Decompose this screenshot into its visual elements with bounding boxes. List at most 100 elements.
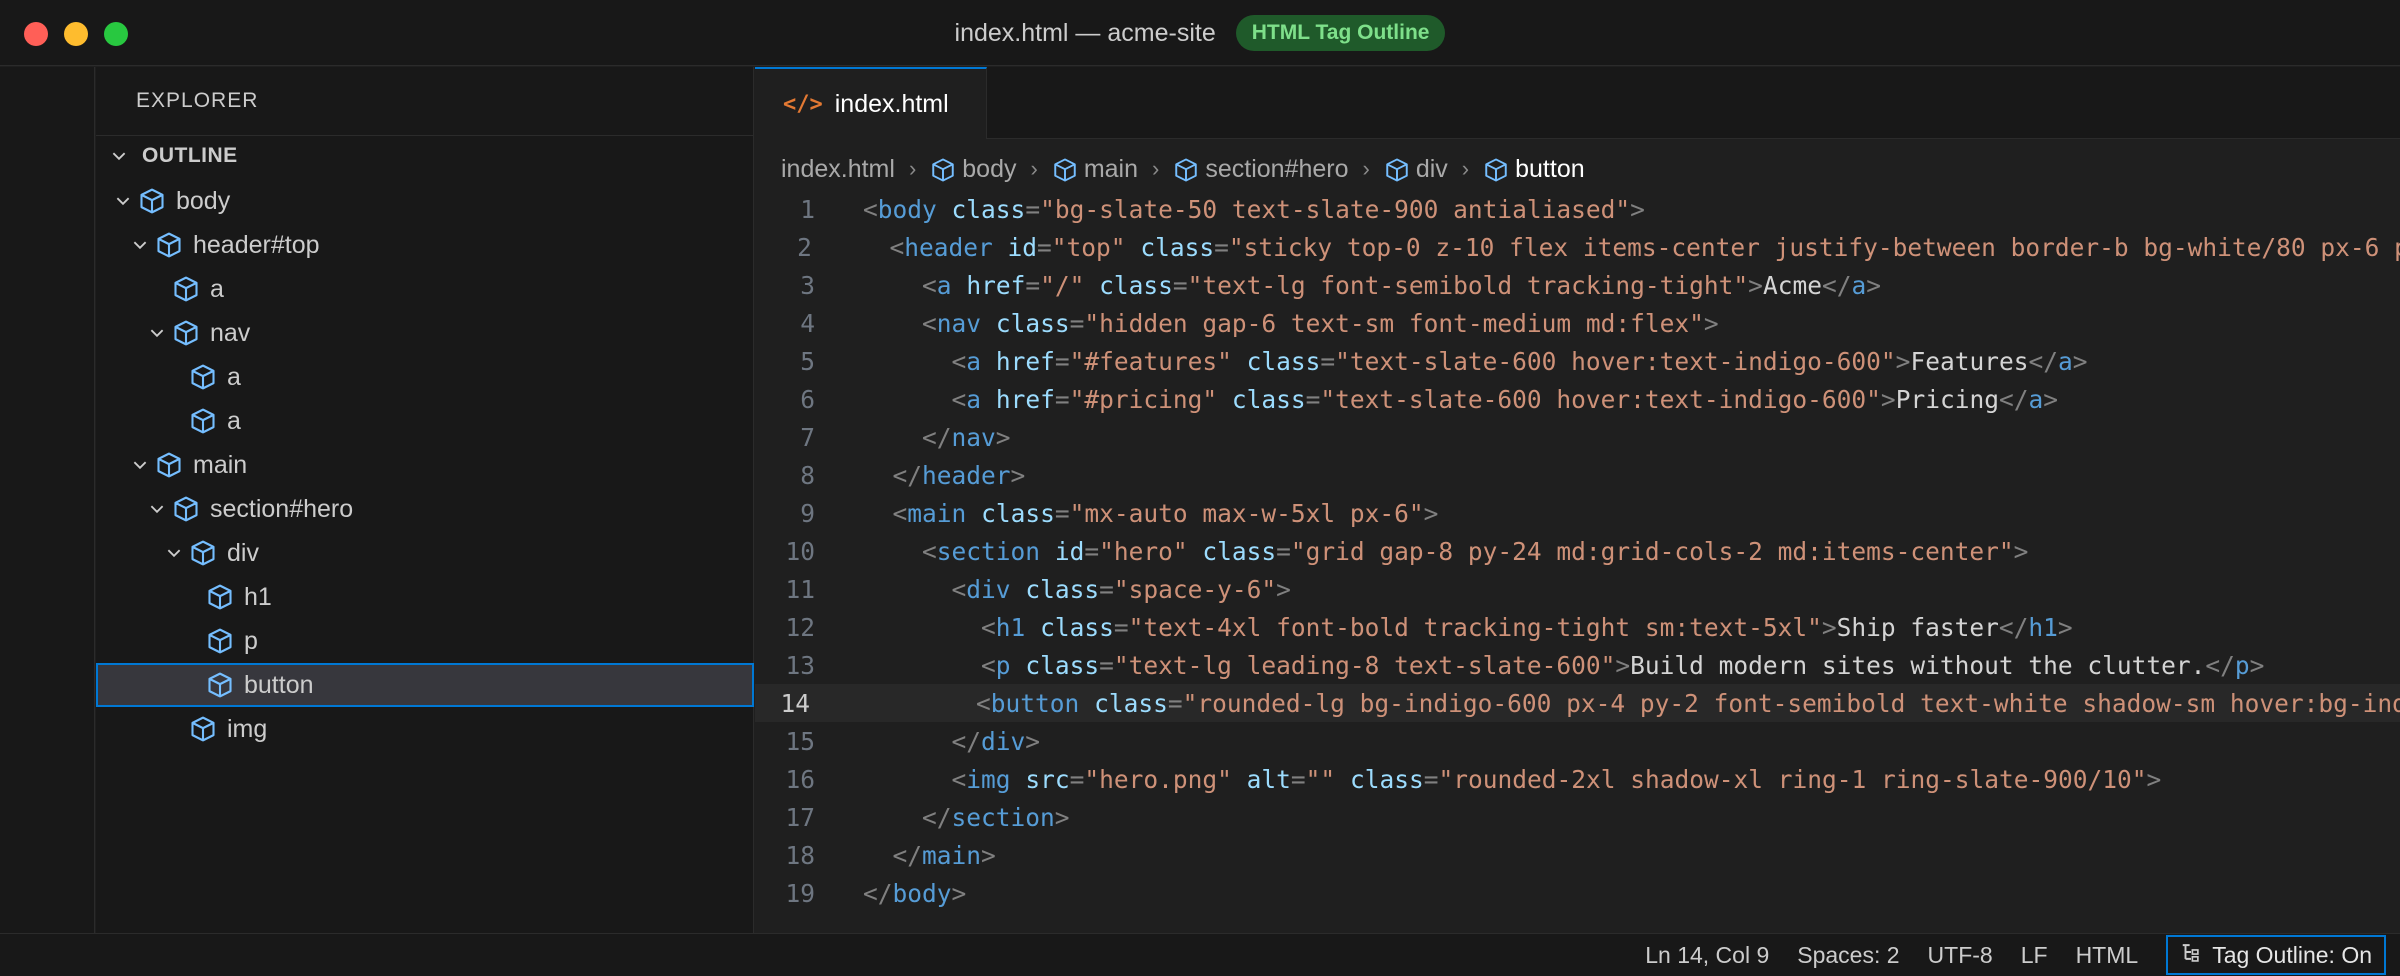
code-line[interactable]: 2 <header id="top" class="sticky top-0 z… (755, 228, 2400, 266)
code-line[interactable]: 11 <div class="space-y-6"> (755, 570, 2400, 608)
outline-item-label: p (244, 626, 258, 655)
code-line[interactable]: 14 <button class="rounded-lg bg-indigo-6… (755, 684, 2400, 722)
outline-item-section-hero[interactable]: section#hero (96, 487, 754, 531)
line-number: 2 (797, 232, 812, 262)
breadcrumb-item[interactable]: body (930, 154, 1017, 184)
outline-item-label: h1 (244, 582, 272, 611)
outline-section-header[interactable]: OUTLINE (96, 135, 754, 175)
cursor-position[interactable]: Ln 14, Col 9 (1645, 942, 1769, 969)
code-line[interactable]: 10 <section id="hero" class="grid gap-8 … (755, 532, 2400, 570)
outline-item-label: a (227, 362, 241, 391)
outline-item-a[interactable]: a (96, 399, 754, 443)
code-brackets-icon: </> (783, 91, 823, 117)
code-line[interactable]: 19 </body> (755, 874, 2400, 912)
code-line[interactable]: 7 </nav> (755, 418, 2400, 456)
line-source: <h1 class="text-4xl font-bold tracking-t… (981, 612, 2073, 642)
breadcrumb-item[interactable]: index.html (781, 155, 895, 184)
breadcrumb-label: main (1083, 154, 1139, 183)
outline-item-div[interactable]: div (96, 531, 754, 575)
code-line[interactable]: 17 </section> (755, 798, 2400, 836)
outline-item-nav[interactable]: nav (96, 311, 754, 355)
language-mode[interactable]: HTML (2076, 942, 2139, 969)
line-source: <a href="#features" class="text-slate-60… (951, 346, 2088, 376)
chevron-down-icon[interactable] (148, 324, 166, 342)
chevron-down-icon[interactable] (131, 236, 149, 254)
outline-item-img[interactable]: img (96, 707, 754, 751)
line-source: <div class="space-y-6"> (951, 574, 1291, 604)
sidebar: EXPLORER OUTLINE body header#top a nav a a mai… (96, 67, 754, 933)
line-source: </nav> (922, 422, 1011, 452)
outline-item-label: nav (210, 318, 251, 347)
code-line[interactable]: 6 <a href="#pricing" class="text-slate-6… (755, 380, 2400, 418)
cube-icon (1483, 156, 1509, 182)
cube-icon (138, 187, 166, 215)
code-line[interactable]: 9 <main class="mx-auto max-w-5xl px-6"> (755, 494, 2400, 532)
outline-tree-icon (2180, 941, 2202, 969)
window-title-area: index.html — acme-site HTML Tag Outline (0, 0, 2400, 66)
line-number: 17 (785, 802, 815, 832)
line-source: <img src="hero.png" alt="" class="rounde… (951, 764, 2162, 794)
line-source: <p class="text-lg leading-8 text-slate-6… (981, 650, 2265, 680)
outline-item-p[interactable]: p (96, 619, 754, 663)
code-line[interactable]: 15 </div> (755, 722, 2400, 760)
line-number: 14 (780, 688, 811, 718)
outline-item-label: img (227, 714, 268, 743)
breadcrumb-separator: › (908, 156, 917, 181)
breadcrumb-item[interactable]: div (1384, 155, 1448, 184)
chevron-down-icon[interactable] (131, 456, 149, 474)
chevron-down-icon[interactable] (165, 544, 183, 562)
breadcrumb-label: body (962, 154, 1017, 183)
code-line[interactable]: 16 <img src="hero.png" alt="" class="rou… (755, 760, 2400, 798)
code-line[interactable]: 13 <p class="text-lg leading-8 text-slat… (755, 646, 2400, 684)
line-source: </section> (922, 802, 1070, 832)
line-source: </main> (892, 840, 996, 870)
outline-item-h1[interactable]: h1 (96, 575, 754, 619)
breadcrumb-label: button (1515, 154, 1585, 183)
code-line[interactable]: 12 <h1 class="text-4xl font-bold trackin… (755, 608, 2400, 646)
outline-item-label: a (227, 406, 241, 435)
encoding[interactable]: UTF-8 (1928, 942, 1993, 969)
cube-icon (172, 495, 200, 523)
line-number: 8 (800, 460, 815, 490)
outline-item-button[interactable]: button (96, 663, 754, 707)
outline-item-a[interactable]: a (96, 267, 754, 311)
outline-item-label: main (193, 450, 248, 479)
breadcrumb-label: section#hero (1205, 154, 1349, 183)
breadcrumb-item[interactable]: section#hero (1173, 154, 1349, 184)
toggle-label: Tag Outline: On (2212, 941, 2372, 968)
code-line[interactable]: 3 <a href="/" class="text-lg font-semibo… (755, 266, 2400, 304)
code-line[interactable]: 18 </main> (755, 836, 2400, 874)
chevron-down-icon[interactable] (114, 192, 132, 210)
editor: </> index.html index.html › body › main › sect… (755, 67, 2400, 933)
outline-item-header-top[interactable]: header#top (96, 223, 754, 267)
code-line[interactable]: 5 <a href="#features" class="text-slate-… (755, 342, 2400, 380)
tab-index-html[interactable]: </> index.html (755, 67, 987, 139)
breadcrumb-item[interactable]: button (1483, 155, 1585, 184)
line-source: </body> (863, 878, 967, 908)
line-number: 6 (800, 384, 815, 414)
line-ending[interactable]: LF (2021, 942, 2048, 969)
cube-icon (172, 319, 200, 347)
outline-title: OUTLINE (142, 143, 238, 167)
code-line[interactable]: 1 <body class="bg-slate-50 text-slate-900… (755, 190, 2400, 228)
breadcrumb-item[interactable]: main (1052, 155, 1138, 184)
line-number: 9 (800, 498, 815, 528)
line-number: 16 (785, 764, 815, 794)
line-number: 1 (800, 194, 815, 224)
outline-item-label: header#top (193, 230, 320, 259)
outline-item-label: section#hero (210, 494, 354, 523)
code-line[interactable]: 4 <nav class="hidden gap-6 text-sm font-… (755, 304, 2400, 342)
chevron-down-icon (110, 147, 128, 165)
cube-icon (155, 231, 183, 259)
cube-icon (1173, 156, 1199, 182)
outline-item-body[interactable]: body (96, 179, 754, 223)
indentation[interactable]: Spaces: 2 (1797, 942, 1899, 969)
outline-item-a[interactable]: a (96, 355, 754, 399)
line-number: 18 (785, 840, 815, 870)
cube-icon (172, 275, 200, 303)
activity-bar (0, 67, 95, 933)
chevron-down-icon[interactable] (148, 500, 166, 518)
tag-outline-toggle[interactable]: Tag Outline: On (2166, 935, 2386, 975)
outline-item-main[interactable]: main (96, 443, 754, 487)
code-line[interactable]: 8 </header> (755, 456, 2400, 494)
